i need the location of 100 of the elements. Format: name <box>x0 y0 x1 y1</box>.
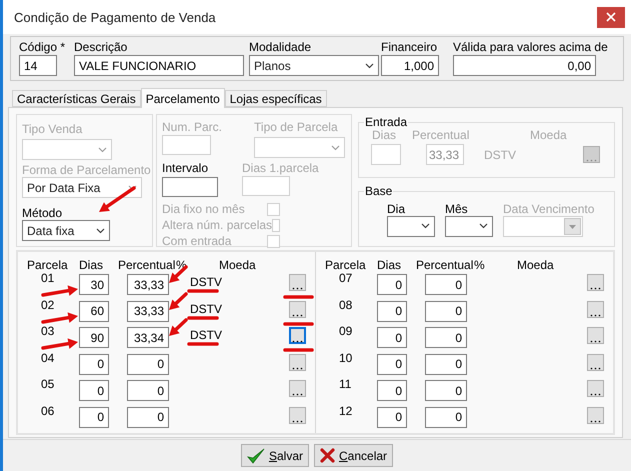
field-label: Num. Parc. <box>162 120 222 134</box>
ellipsis-button[interactable] <box>587 327 604 344</box>
column-header: Dias <box>377 258 402 274</box>
checkmark-icon <box>246 448 265 464</box>
percentual-field[interactable]: 0 <box>127 354 169 374</box>
dia-select[interactable] <box>387 216 435 237</box>
cross-icon <box>320 448 335 463</box>
column-header: Moeda <box>517 258 555 274</box>
percentual-field[interactable]: 33,33 <box>127 274 169 295</box>
dias-field[interactable]: 0 <box>377 327 407 348</box>
field-label: Data Vencimento <box>503 202 594 216</box>
text-field[interactable]: 0,00 <box>453 55 596 76</box>
dias-field[interactable]: 30 <box>79 274 109 295</box>
installment-number: 07 <box>339 272 352 285</box>
field-label: Moeda <box>530 128 567 142</box>
ellipsis-button[interactable] <box>587 406 604 424</box>
intervalo-field[interactable] <box>162 177 218 197</box>
ellipsis-button[interactable] <box>289 327 306 344</box>
dias-field[interactable]: 90 <box>79 327 109 348</box>
save-button[interactable]: Salvar <box>240 444 309 467</box>
ellipsis-button[interactable] <box>289 354 306 370</box>
ellipsis-icon <box>586 159 597 162</box>
ellipsis-button[interactable] <box>289 406 306 424</box>
field-label: Descrição <box>74 40 128 54</box>
installment-number: 01 <box>41 272 54 285</box>
field-label: Válida para valores acima de <box>453 40 609 54</box>
column-header: % <box>474 258 486 274</box>
metodo-select[interactable]: Data fixa <box>22 220 110 241</box>
tab[interactable]: Lojas específicas <box>224 90 327 107</box>
ellipsis-icon <box>590 287 601 290</box>
field-label: Tipo Venda <box>22 122 84 136</box>
checkbox[interactable] <box>267 234 280 248</box>
text-field[interactable]: VALE FUNCIONARIO <box>74 55 244 76</box>
field-label: Mês <box>445 202 469 216</box>
percentual-field[interactable]: 0 <box>127 380 169 401</box>
underline-annotation <box>283 295 314 299</box>
dias-field[interactable]: 0 <box>79 406 109 428</box>
percentual-field[interactable]: 33,34 <box>127 327 169 348</box>
dias-field[interactable]: 0 <box>79 380 109 401</box>
field-label: Dias 1.parcela <box>242 161 319 175</box>
field-label: Intervalo <box>162 161 210 175</box>
underline-annotation <box>187 316 219 320</box>
ellipsis-icon <box>590 393 601 396</box>
ellipsis-icon <box>292 366 303 370</box>
ellipsis-button[interactable] <box>289 274 306 291</box>
close-button[interactable] <box>597 6 625 28</box>
chevron-icon <box>98 146 107 152</box>
ellipsis-icon <box>292 314 303 316</box>
installment-number: 06 <box>41 404 54 418</box>
dias-field[interactable]: 0 <box>377 354 407 374</box>
percentual-field[interactable]: 0 <box>425 327 467 348</box>
column-header: Percentual <box>118 258 176 274</box>
checkbox-label: Altera núm. parcelas <box>162 218 272 232</box>
dropdown-icon <box>564 218 581 235</box>
chevron-icon <box>421 223 430 230</box>
percentual-field[interactable]: 33,33 <box>127 300 169 322</box>
tab[interactable]: Características Gerais <box>12 90 141 107</box>
ellipsis-icon <box>590 366 601 370</box>
modalidade-select[interactable]: Planos <box>249 55 379 76</box>
percentual-field[interactable]: 0 <box>425 300 467 322</box>
installment-number: 10 <box>339 352 352 364</box>
ellipsis-button[interactable] <box>289 380 306 397</box>
ellipsis-button[interactable] <box>587 380 604 397</box>
dias-field[interactable]: 0 <box>377 406 407 428</box>
checkbox[interactable] <box>272 218 280 232</box>
field-label: Método <box>22 206 64 220</box>
ellipsis-icon <box>590 340 601 343</box>
percentual-field[interactable]: 0 <box>425 380 467 401</box>
currency-text: DSTV <box>190 274 224 289</box>
cancel-button[interactable]: Cancelar <box>314 444 394 467</box>
currency-text: DSTV <box>190 300 224 316</box>
chevron-icon <box>331 144 340 150</box>
field-label: Financeiro <box>381 40 438 54</box>
percentual-field[interactable]: 0 <box>425 274 467 295</box>
text-field[interactable]: 1,000 <box>381 55 439 76</box>
dias-field[interactable]: 0 <box>79 354 109 374</box>
installment-number: 02 <box>41 298 54 312</box>
close-icon <box>606 12 616 22</box>
percentual-field[interactable]: 0 <box>127 406 169 428</box>
tab[interactable]: Parcelamento <box>140 88 225 108</box>
ellipsis-button[interactable] <box>587 274 604 291</box>
installment-number: 03 <box>41 325 54 338</box>
ellipsis-button[interactable] <box>587 354 604 370</box>
ellipsis-button[interactable] <box>289 300 306 318</box>
dias-field[interactable]: 0 <box>377 274 407 295</box>
mes-select[interactable] <box>445 216 493 237</box>
underline-annotation <box>283 322 314 326</box>
text-field[interactable]: 14 <box>19 55 57 76</box>
column-header: Parcela <box>325 258 367 274</box>
dias-field[interactable]: 0 <box>377 380 407 401</box>
field-label: Modalidade <box>249 40 312 54</box>
chevron-icon <box>128 184 137 190</box>
ellipsis-button[interactable] <box>587 300 604 318</box>
percentual-field[interactable]: 0 <box>425 354 467 374</box>
dias-field[interactable]: 0 <box>377 300 407 322</box>
ellipsis-icon <box>292 420 303 422</box>
installment-number: 11 <box>339 378 352 391</box>
dias-field[interactable]: 60 <box>79 300 109 322</box>
checkbox[interactable] <box>267 202 280 216</box>
percentual-field[interactable]: 0 <box>425 406 467 428</box>
